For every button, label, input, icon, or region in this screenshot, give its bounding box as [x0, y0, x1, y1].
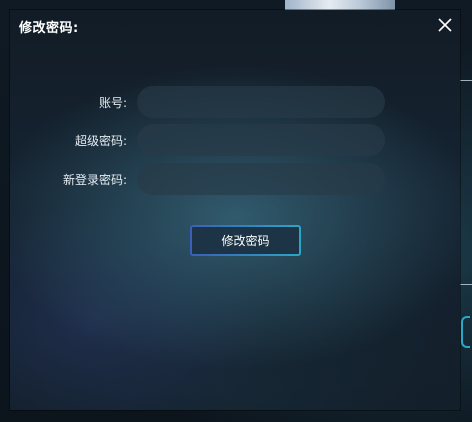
background-divider	[460, 80, 472, 81]
change-password-dialog: 修改密码: 账号: 超级密码: 新登录密码: 修改密码	[10, 10, 460, 410]
account-label: 账号:	[98, 96, 127, 110]
close-button[interactable]	[436, 16, 454, 34]
change-password-button[interactable]: 修改密码	[190, 225, 301, 256]
super-password-input[interactable]	[137, 124, 385, 156]
new-login-password-label: 新登录密码:	[62, 173, 127, 187]
account-row: 账号:	[10, 86, 460, 118]
dialog-title: 修改密码:	[19, 21, 79, 36]
super-password-label: 超级密码:	[74, 134, 127, 148]
close-icon	[438, 18, 452, 32]
new-login-password-input[interactable]	[137, 163, 385, 195]
background-partial-button	[461, 316, 470, 348]
super-password-row: 超级密码:	[10, 124, 460, 156]
new-login-password-row: 新登录密码:	[10, 163, 460, 195]
background-divider	[460, 284, 472, 285]
account-input[interactable]	[137, 86, 385, 118]
